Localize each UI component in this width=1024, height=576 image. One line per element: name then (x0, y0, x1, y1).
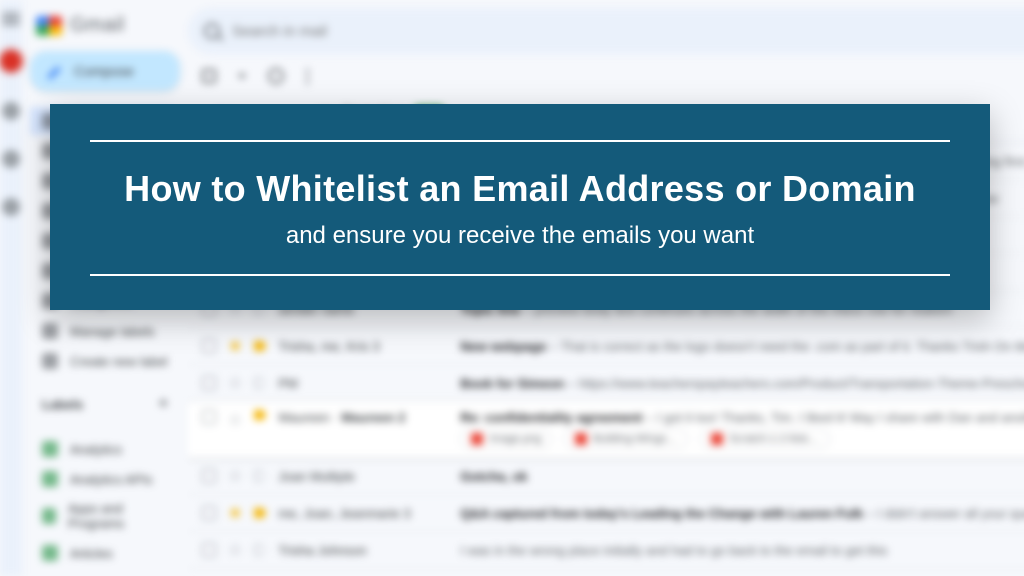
label-item[interactable]: Articles (30, 539, 180, 567)
attachment-chip[interactable]: Building-Wings… (564, 429, 688, 449)
label-item[interactable]: Analytics APIs (30, 465, 180, 493)
label-text: Articles (70, 546, 113, 561)
select-dropdown-icon[interactable] (238, 74, 246, 79)
label-text: Analytics APIs (70, 472, 152, 487)
attachment-chip[interactable]: Image.png (460, 429, 552, 449)
refresh-icon[interactable] (268, 68, 284, 84)
star-icon[interactable]: ☆ (228, 466, 242, 486)
email-subject: New webpage – That is correct as the log… (460, 339, 1024, 354)
image-file-icon (575, 433, 587, 445)
chat-app-icon[interactable] (2, 102, 20, 120)
email-subject: Book for Simeon – https://www.teacherspa… (460, 376, 1024, 391)
labels-header: Labels + (30, 389, 180, 419)
label-item[interactable]: Analytics (30, 435, 180, 463)
importance-icon[interactable] (254, 508, 266, 518)
attachment-chip[interactable]: Scratch-1-2-lists… (700, 429, 830, 449)
row-checkbox[interactable] (202, 506, 216, 520)
brand-name: Gmail (70, 14, 125, 37)
star-icon[interactable]: ★ (228, 503, 242, 523)
select-all-checkbox[interactable] (202, 69, 216, 83)
overlay-title: How to Whitelist an Email Address or Dom… (90, 168, 950, 210)
email-from: Trisha Johnson (278, 543, 448, 558)
importance-icon[interactable] (254, 471, 266, 481)
star-icon[interactable]: ☆ (228, 373, 242, 393)
more-icon[interactable] (306, 75, 309, 78)
sidebar-item-manage-labels[interactable]: Manage labels (30, 317, 180, 345)
image-file-icon (471, 433, 483, 445)
email-subject: Q&A captured from today's Leading the Ch… (460, 506, 1024, 521)
image-file-icon (711, 433, 723, 445)
label-icon (42, 545, 58, 561)
email-row[interactable]: ☆ Trisha Johnson I was in the wrong place … (188, 532, 1024, 569)
pencil-icon (48, 63, 64, 79)
importance-icon[interactable] (254, 545, 266, 555)
email-row[interactable]: ☆ PM Book for Simeon – https://www.teacher… (188, 365, 1024, 402)
email-from: Trisha, me, Kris 3 (278, 339, 448, 354)
labels-header-text: Labels (42, 397, 83, 412)
mail-app-icon[interactable] (0, 50, 22, 72)
email-row[interactable]: ☆ Maureen · Maureen 2 Re: confidentialit… (188, 402, 1024, 458)
meet-app-icon[interactable] (2, 198, 20, 216)
overlay-subtitle: and ensure you receive the emails you wa… (90, 222, 950, 250)
labels-list: Analytics Analytics APIs Apps and Progra… (30, 435, 180, 567)
email-subject: Gotcha, ok (460, 469, 1024, 484)
list-toolbar (188, 54, 1024, 94)
row-checkbox[interactable] (202, 543, 216, 557)
importance-icon[interactable] (254, 378, 266, 388)
email-subject: I was in the wrong place initially and h… (460, 543, 1024, 558)
search-input[interactable] (232, 23, 1024, 40)
compose-button[interactable]: Compose (30, 51, 180, 91)
main-menu-icon[interactable] (2, 18, 20, 20)
title-overlay: How to Whitelist an Email Address or Dom… (50, 104, 990, 310)
email-from: Maureen · Maureen 2 (278, 410, 448, 425)
sidebar-item-label: Create new label (70, 354, 168, 369)
email-row[interactable]: ☆EventReminder · Leading the Charge for … (188, 569, 1024, 576)
add-label-icon[interactable]: + (159, 395, 168, 413)
label-item[interactable]: Apps and Programs (30, 495, 180, 537)
sidebar-item-label: Manage labels (70, 324, 155, 339)
star-icon[interactable]: ☆ (228, 540, 242, 560)
label-text: Apps and Programs (68, 501, 168, 531)
email-from: me, Joan, Jeanmarie 3 (278, 506, 448, 521)
brand: Gmail (30, 8, 180, 51)
email-row[interactable]: ☆ Joan Multiple Gotcha, ok (188, 458, 1024, 495)
gmail-logo-icon (36, 16, 62, 36)
label-text: Analytics (70, 442, 122, 457)
gear-icon (42, 323, 58, 339)
spaces-app-icon[interactable] (2, 150, 20, 168)
importance-icon[interactable] (254, 341, 266, 351)
row-checkbox[interactable] (202, 469, 216, 483)
importance-icon[interactable] (254, 410, 266, 420)
email-subject: Re: confidentiality agreement – I got it… (460, 410, 1024, 449)
row-checkbox[interactable] (202, 410, 216, 424)
star-icon[interactable]: ★ (228, 336, 242, 356)
row-checkbox[interactable] (202, 339, 216, 353)
email-row[interactable]: ★ Trisha, me, Kris 3 New webpage – That is… (188, 328, 1024, 365)
label-icon (42, 508, 56, 524)
label-icon (42, 471, 58, 487)
star-icon[interactable]: ☆ (228, 410, 242, 430)
plus-icon (42, 353, 58, 369)
search-icon (204, 23, 220, 39)
row-checkbox[interactable] (202, 376, 216, 390)
email-row[interactable]: ★ me, Joan, Jeanmarie 3 Q&A captured from … (188, 495, 1024, 532)
label-icon (42, 441, 58, 457)
email-from: PM (278, 376, 448, 391)
search-bar[interactable] (188, 8, 1024, 54)
compose-label: Compose (74, 63, 134, 79)
overlay-divider-bottom (90, 274, 950, 276)
email-from: Joan Multiple (278, 469, 448, 484)
overlay-divider-top (90, 140, 950, 142)
app-rail (0, 0, 22, 576)
sidebar-item-create-label[interactable]: Create new label (30, 347, 180, 375)
